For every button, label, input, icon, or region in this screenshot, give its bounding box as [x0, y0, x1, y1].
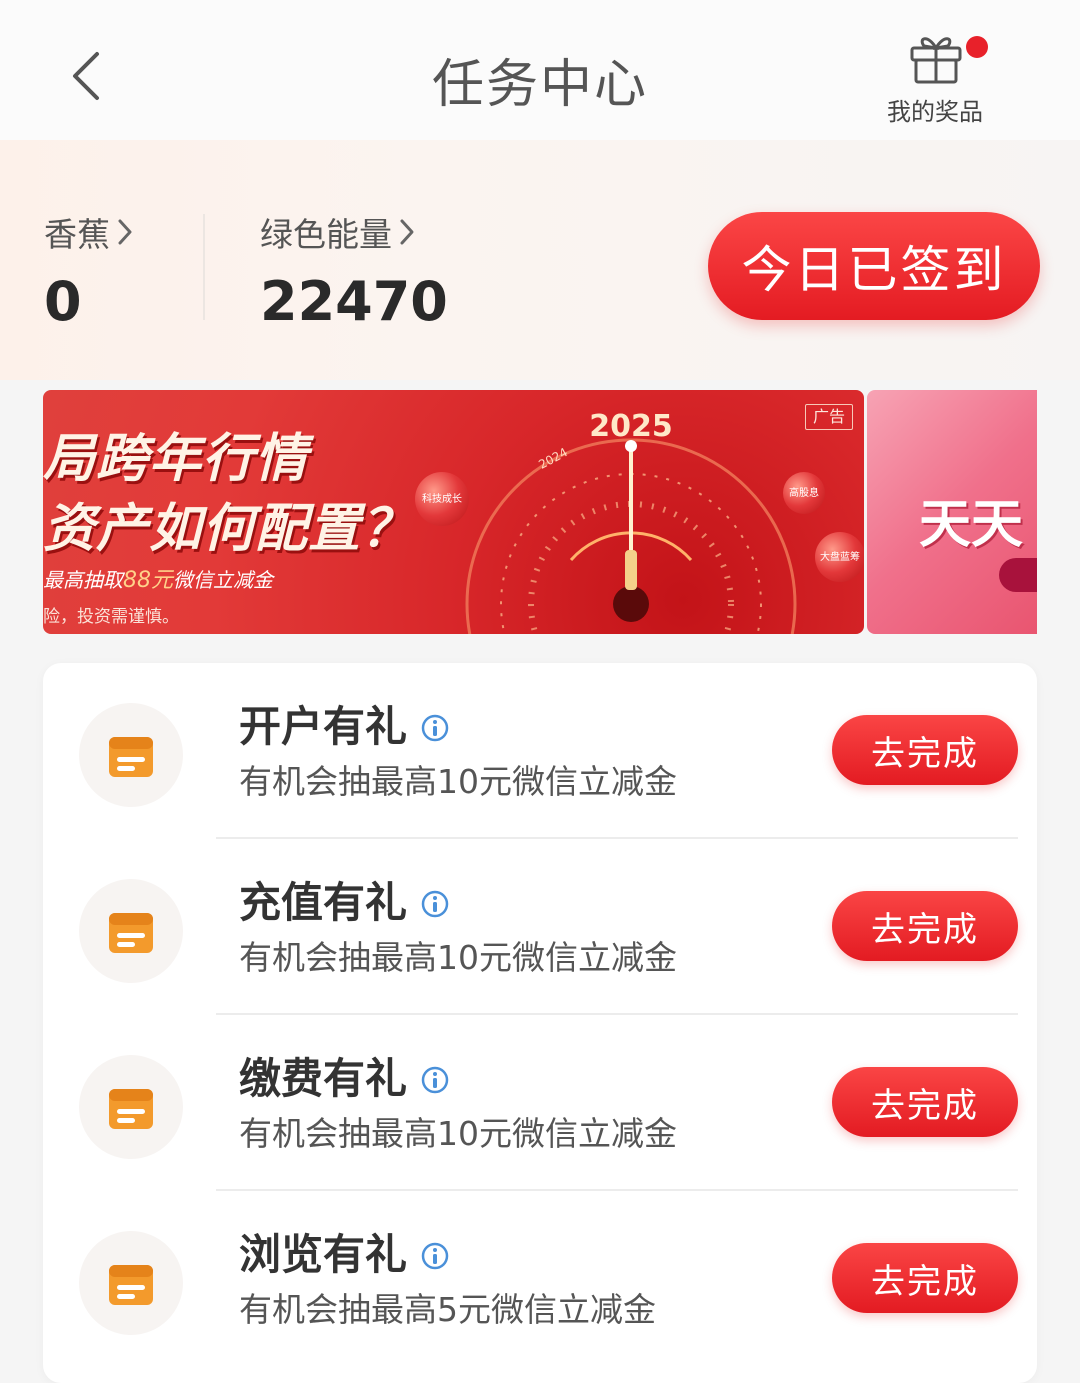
calendar-icon: [109, 737, 153, 777]
info-icon[interactable]: [421, 714, 449, 742]
banner-headline-1: 局跨年行情: [43, 429, 309, 489]
chevron-right-icon: [400, 219, 414, 245]
stat-banana[interactable]: 香蕉 0: [44, 208, 134, 333]
task-title-row: 缴费有礼: [239, 1045, 449, 1106]
task-icon-wrap: [79, 703, 183, 807]
my-prizes-label: 我的奖品: [887, 98, 983, 126]
go-complete-button[interactable]: 去完成: [832, 1067, 1018, 1137]
banner-bubble-tech: 科技成长: [415, 472, 469, 526]
task-description: 有机会抽最高10元微信立减金: [239, 1114, 677, 1153]
stat-green-energy-label-row: 绿色能量: [260, 208, 448, 256]
info-icon[interactable]: [421, 1242, 449, 1270]
banner-bubble-dividend: 高股息: [783, 472, 825, 514]
banner2-pill: [999, 558, 1037, 592]
my-prizes-button[interactable]: 我的奖品: [872, 28, 998, 128]
calendar-icon: [109, 913, 153, 953]
task-description: 有机会抽最高5元微信立减金: [239, 1290, 656, 1329]
stat-green-energy[interactable]: 绿色能量 22470: [260, 208, 448, 333]
stat-banana-label-row: 香蕉: [44, 208, 134, 256]
task-icon-wrap: [79, 879, 183, 983]
task-row: 开户有礼 有机会抽最高10元微信立减金 去完成: [43, 663, 1037, 839]
gift-icon: [910, 37, 962, 84]
stat-banana-value: 0: [44, 270, 82, 333]
notification-dot: [966, 36, 988, 58]
banner-offer: 最高抽取88元微信立减金: [43, 562, 273, 594]
task-row: 充值有礼 有机会抽最高10元微信立减金 去完成: [43, 839, 1037, 1015]
ad-banner[interactable]: 局跨年行情 资产如何配置？ 最高抽取88元微信立减金 险，投资需谨慎。 2025…: [43, 390, 864, 634]
banner-offer-suffix: 微信立减金: [173, 568, 273, 592]
task-description: 有机会抽最高10元微信立减金: [239, 762, 677, 801]
task-icon-wrap: [79, 1055, 183, 1159]
task-title: 浏览有礼: [239, 1230, 408, 1279]
banner-headline-2: 资产如何配置？: [43, 499, 415, 559]
info-icon[interactable]: [421, 1066, 449, 1094]
banner-year-side: 2024: [536, 445, 570, 472]
calendar-icon: [109, 1265, 153, 1305]
banner-disclaimer: 险，投资需谨慎。: [43, 607, 179, 627]
task-row: 缴费有礼 有机会抽最高10元微信立减金 去完成: [43, 1015, 1037, 1191]
calendar-icon: [109, 1089, 153, 1129]
task-icon-wrap: [79, 1231, 183, 1335]
chevron-right-icon: [118, 219, 132, 245]
gauge-illustration: 2025 2024: [465, 409, 797, 634]
header: 任务中心 我的奖品: [0, 0, 1080, 140]
stat-green-energy-value: 22470: [260, 270, 448, 333]
go-complete-button[interactable]: 去完成: [832, 715, 1018, 785]
stat-banana-label: 香蕉: [44, 215, 110, 254]
signed-in-today-button[interactable]: 今日已签到: [708, 212, 1040, 320]
task-title-row: 开户有礼: [239, 693, 449, 754]
task-row: 浏览有礼 有机会抽最高5元微信立减金 去完成: [43, 1191, 1037, 1367]
info-icon[interactable]: [421, 890, 449, 918]
task-title-row: 浏览有礼: [239, 1221, 449, 1282]
banner-offer-amount: 88元: [123, 568, 173, 593]
banner-offer-prefix: 最高抽取: [43, 568, 123, 592]
task-title: 充值有礼: [239, 878, 408, 927]
ad-tag: 广告: [805, 404, 853, 430]
stat-green-energy-label: 绿色能量: [260, 215, 392, 254]
banner-bubble-bluechip: 大盘蓝筹: [815, 532, 864, 582]
banner2-text: 天天: [919, 495, 1024, 555]
task-title: 开户有礼: [239, 702, 408, 751]
stat-divider: [203, 214, 205, 320]
task-description: 有机会抽最高10元微信立减金: [239, 938, 677, 977]
task-title: 缴费有礼: [239, 1054, 408, 1103]
ad-banner-next[interactable]: 天天: [867, 390, 1037, 634]
go-complete-button[interactable]: 去完成: [832, 1243, 1018, 1313]
go-complete-button[interactable]: 去完成: [832, 891, 1018, 961]
task-title-row: 充值有礼: [239, 869, 449, 930]
task-list-card: 开户有礼 有机会抽最高10元微信立减金 去完成 充值有礼 有机会抽最高10元微信…: [43, 663, 1037, 1383]
banner-year-main: 2025: [589, 409, 673, 444]
